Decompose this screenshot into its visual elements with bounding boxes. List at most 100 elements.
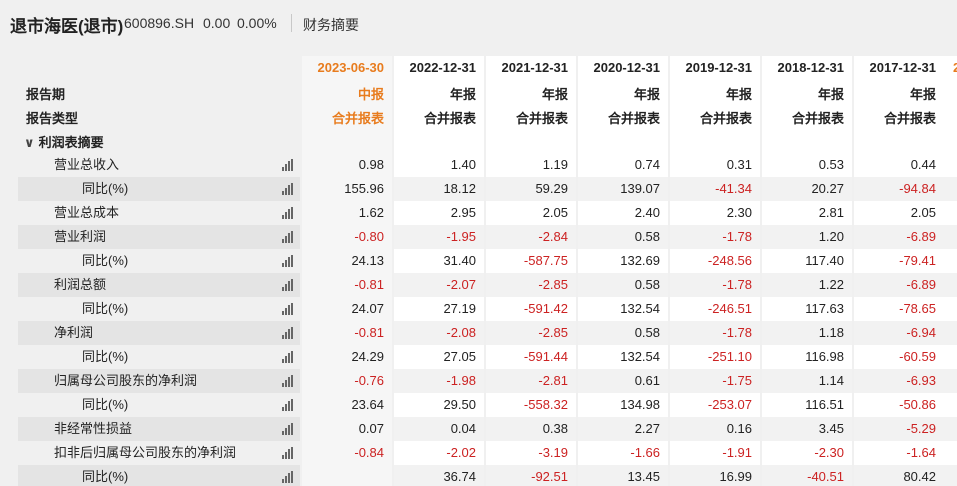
table-cell: -2.08 bbox=[446, 325, 476, 340]
table-cell: 0.04 bbox=[450, 421, 476, 436]
section-toggle-income[interactable]: ∨ 利润表摘要 bbox=[24, 132, 104, 151]
row-label-text: 同比(%) bbox=[82, 469, 129, 484]
partial-column-date: 2 bbox=[953, 60, 957, 75]
period-column: 2021-12-31 年报 合并报表 1.19 59.29 2.05 -2.84 -587.7… bbox=[484, 56, 576, 486]
table-cell: -6.93 bbox=[906, 373, 936, 388]
column-report-period: 年报 bbox=[449, 87, 476, 102]
table-cell: 0.38 bbox=[542, 421, 568, 436]
table-cell: 24.07 bbox=[351, 301, 384, 316]
header-label-type: 报告类型 bbox=[26, 111, 79, 126]
bar-chart-icon[interactable] bbox=[282, 255, 294, 267]
column-date[interactable]: 2020-12-31 bbox=[594, 60, 661, 75]
column-report-type[interactable]: 合并报表 bbox=[332, 108, 384, 127]
table-cell: 1.22 bbox=[818, 277, 844, 292]
table-cell: -251.10 bbox=[707, 349, 752, 364]
bar-chart-icon[interactable] bbox=[282, 351, 294, 363]
table-cell: -0.80 bbox=[354, 229, 384, 244]
table-cell: -246.51 bbox=[707, 301, 752, 316]
column-date[interactable]: 2017-12-31 bbox=[870, 60, 937, 75]
stock-title: 退市海医(退市) bbox=[10, 17, 124, 36]
column-date[interactable]: 2021-12-31 bbox=[502, 60, 569, 75]
bar-chart-icon[interactable] bbox=[282, 399, 294, 411]
table-cell: -2.02 bbox=[446, 445, 476, 460]
table-cell: 0.58 bbox=[634, 229, 660, 244]
table-cell: -587.75 bbox=[523, 253, 568, 268]
table-cell: 2.95 bbox=[450, 205, 476, 220]
period-column: 2017-12-31 年报 合并报表 0.44 -94.84 2.05 -6.89 -79.4… bbox=[852, 56, 944, 486]
column-report-type: 合并报表 bbox=[607, 111, 660, 126]
row-label-text: 同比(%) bbox=[82, 253, 129, 268]
table-cell: -50.86 bbox=[899, 397, 936, 412]
table-cell: -1.95 bbox=[446, 229, 476, 244]
bar-chart-icon[interactable] bbox=[282, 207, 294, 219]
table-cell: -0.81 bbox=[354, 325, 384, 340]
table-cell: 0.07 bbox=[358, 421, 384, 436]
period-column: 2018-12-31 年报 合并报表 0.53 20.27 2.81 1.20 117.40 1… bbox=[760, 56, 852, 486]
table-cell: -6.89 bbox=[906, 277, 936, 292]
column-report-type: 合并报表 bbox=[423, 111, 476, 126]
table-cell: -5.29 bbox=[906, 421, 936, 436]
column-report-period[interactable]: 中报 bbox=[358, 84, 384, 103]
tab-financial-summary[interactable]: 财务摘要 bbox=[303, 15, 359, 35]
row-label: 扣非后归属母公司股东的净利润 bbox=[18, 441, 300, 465]
table-cell: 1.40 bbox=[450, 157, 476, 172]
table-cell: 0.16 bbox=[726, 421, 752, 436]
table-cell: -2.07 bbox=[446, 277, 476, 292]
table-cell: 2.27 bbox=[634, 421, 660, 436]
table-cell: 29.50 bbox=[443, 397, 476, 412]
chevron-down-icon[interactable]: ∨ bbox=[24, 135, 35, 151]
table-cell: -6.94 bbox=[906, 325, 936, 340]
table-cell: 59.29 bbox=[535, 181, 568, 196]
bar-chart-icon[interactable] bbox=[282, 231, 294, 243]
bar-chart-icon[interactable] bbox=[282, 327, 294, 339]
column-date[interactable]: 2022-12-31 bbox=[410, 60, 477, 75]
column-date[interactable]: 2019-12-31 bbox=[686, 60, 753, 75]
table-cell: 132.69 bbox=[620, 253, 660, 268]
row-label: 营业总收入 bbox=[18, 153, 300, 177]
bar-chart-icon[interactable] bbox=[282, 447, 294, 459]
table-cell: 117.63 bbox=[805, 301, 844, 316]
row-label-text: 利润总额 bbox=[54, 277, 107, 292]
table-cell: 1.20 bbox=[818, 229, 844, 244]
row-label-text: 营业总收入 bbox=[54, 157, 120, 172]
column-report-type: 合并报表 bbox=[883, 111, 936, 126]
bar-chart-icon[interactable] bbox=[282, 303, 294, 315]
bar-chart-icon[interactable] bbox=[282, 279, 294, 291]
table-cell: -2.81 bbox=[538, 373, 568, 388]
table-cell: 36.74 bbox=[443, 469, 476, 484]
table-cell: 155.96 bbox=[344, 181, 384, 196]
row-label-text: 营业总成本 bbox=[54, 205, 120, 220]
table-cell: 0.74 bbox=[634, 157, 660, 172]
table-cell: 20.27 bbox=[811, 181, 844, 196]
table-cell: 2.30 bbox=[726, 205, 752, 220]
row-label: 同比(%) bbox=[18, 393, 300, 417]
column-date[interactable]: 2018-12-31 bbox=[778, 60, 845, 75]
table-cell: 1.19 bbox=[542, 157, 568, 172]
section-title: 利润表摘要 bbox=[38, 135, 104, 150]
table-cell: -1.75 bbox=[722, 373, 752, 388]
bar-chart-icon[interactable] bbox=[282, 159, 294, 171]
financial-table: 报告期 报告类型 ∨ 利润表摘要 营业总收入 同比(%) 营业总成本 营业利润 同比(%)… bbox=[18, 56, 957, 486]
table-cell: -60.59 bbox=[899, 349, 936, 364]
table-cell: 0.44 bbox=[910, 157, 936, 172]
bar-chart-icon[interactable] bbox=[282, 423, 294, 435]
period-column: 2020-12-31 年报 合并报表 0.74 139.07 2.40 0.58 132.69… bbox=[576, 56, 668, 486]
table-cell: 0.58 bbox=[634, 325, 660, 340]
table-cell: -1.64 bbox=[906, 445, 936, 460]
table-cell: 3.45 bbox=[818, 421, 844, 436]
bar-chart-icon[interactable] bbox=[282, 375, 294, 387]
header-label-period: 报告期 bbox=[26, 87, 66, 102]
table-cell: -79.41 bbox=[899, 253, 936, 268]
period-column: 2019-12-31 年报 合并报表 0.31 -41.34 2.30 -1.78 -248.… bbox=[668, 56, 760, 486]
header-divider bbox=[291, 14, 292, 32]
table-cell: 27.19 bbox=[443, 301, 476, 316]
table-cell: 2.81 bbox=[818, 205, 844, 220]
table-cell: 132.54 bbox=[620, 349, 660, 364]
stock-change-pct: 0.00% bbox=[237, 15, 277, 31]
table-cell: -1.78 bbox=[722, 229, 752, 244]
column-date[interactable]: 2023-06-30 bbox=[318, 60, 385, 75]
bar-chart-icon[interactable] bbox=[282, 183, 294, 195]
table-cell: 1.62 bbox=[358, 205, 384, 220]
row-label: 归属母公司股东的净利润 bbox=[18, 369, 300, 393]
bar-chart-icon[interactable] bbox=[282, 471, 294, 483]
